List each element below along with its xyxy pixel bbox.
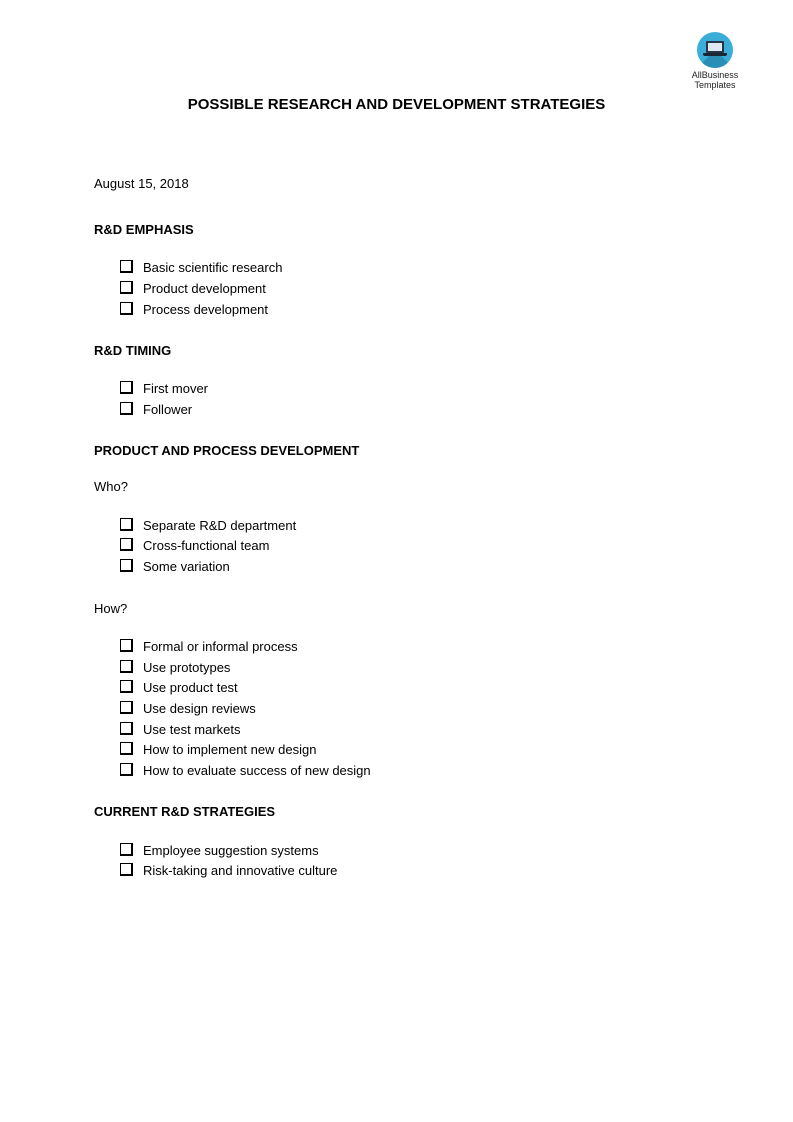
checklist-timing: First mover Follower	[94, 379, 714, 420]
checklist-item-label: How to implement new design	[143, 742, 317, 758]
checkbox-icon[interactable]	[120, 381, 133, 395]
checklist-item-label: Use test markets	[143, 721, 241, 737]
checklist-item-label: Basic scientific research	[143, 260, 283, 276]
checklist-item: How to implement new design	[120, 740, 714, 761]
section-heading-product-process: PRODUCT AND PROCESS DEVELOPMENT	[94, 443, 360, 459]
checklist-item: Some variation	[120, 557, 714, 578]
checklist-item-label: Some variation	[143, 559, 230, 575]
checklist-item: Cross-functional team	[120, 536, 714, 557]
checklist-item-label: Employee suggestion systems	[143, 842, 319, 858]
checklist-who: Separate R&D department Cross-functional …	[94, 515, 714, 577]
checklist-item-label: Follower	[143, 402, 193, 418]
checklist-emphasis: Basic scientific research Product develop…	[94, 258, 714, 320]
checkbox-icon[interactable]	[120, 842, 133, 856]
checklist-item-label: Separate R&D department	[143, 517, 297, 533]
checkbox-icon[interactable]	[120, 517, 133, 531]
checklist-item: Use design reviews	[120, 699, 714, 720]
checklist-item: How to evaluate success of new design	[120, 761, 714, 782]
checklist-item-label: Product development	[143, 281, 266, 297]
checklist-item: Use test markets	[120, 719, 714, 740]
checklist-item-label: How to evaluate success of new design	[143, 762, 371, 778]
checklist-item-label: Risk-taking and innovative culture	[143, 863, 338, 879]
checklist-item-label: Cross-functional team	[143, 538, 270, 554]
sub-heading-how: How?	[94, 600, 128, 616]
checklist-item: Separate R&D department	[120, 515, 714, 536]
checklist-item: Basic scientific research	[120, 258, 714, 279]
sub-heading-who: Who?	[94, 479, 128, 495]
checkbox-icon[interactable]	[120, 260, 133, 274]
checkbox-icon[interactable]	[120, 659, 133, 673]
checklist-current: Employee suggestion systems Risk-taking a…	[94, 840, 714, 881]
checkbox-icon[interactable]	[120, 301, 133, 315]
checklist-item: Product development	[120, 279, 714, 300]
checklist-item-label: Use product test	[143, 680, 238, 696]
checkbox-icon[interactable]	[120, 638, 133, 652]
document-body: August 15, 2018 R&D EMPHASIS Basic scien…	[94, 176, 714, 905]
checkbox-icon[interactable]	[120, 559, 133, 573]
checklist-item-label: Use design reviews	[143, 700, 256, 716]
section-heading-timing: R&D TIMING	[94, 343, 172, 359]
checklist-item-label: Process development	[143, 301, 269, 317]
checklist-item: First mover	[120, 379, 714, 400]
checklist-item: Process development	[120, 299, 714, 320]
checklist-item-label: Use prototypes	[143, 659, 231, 675]
logo-line-2: Templates	[694, 80, 736, 90]
checklist-item: Risk-taking and innovative culture	[120, 861, 714, 882]
checkbox-icon[interactable]	[120, 281, 133, 295]
section-heading-current: CURRENT R&D STRATEGIES	[94, 804, 276, 820]
checkbox-icon[interactable]	[120, 742, 133, 756]
checklist-item-label: Formal or informal process	[143, 638, 298, 654]
checklist-item: Formal or informal process	[120, 637, 714, 658]
allbusiness-templates-logo: AllBusiness Templates	[684, 32, 746, 90]
checkbox-icon[interactable]	[120, 700, 133, 714]
logo-text: AllBusiness Templates	[684, 70, 746, 90]
laptop-icon	[697, 32, 733, 68]
checkbox-icon[interactable]	[120, 863, 133, 877]
checklist-item: Use product test	[120, 678, 714, 699]
section-heading-emphasis: R&D EMPHASIS	[94, 222, 194, 237]
checklist-item: Follower	[120, 400, 714, 421]
checkbox-icon[interactable]	[120, 721, 133, 735]
checklist-item: Employee suggestion systems	[120, 840, 714, 861]
document-date: August 15, 2018	[94, 176, 189, 191]
document-title: POSSIBLE RESEARCH AND DEVELOPMENT STRATE…	[187, 96, 606, 113]
checklist-item-label: First mover	[143, 381, 208, 397]
logo-line-1: AllBusiness	[691, 70, 739, 80]
checkbox-icon[interactable]	[120, 538, 133, 552]
checklist-how: Formal or informal process Use prototypes…	[94, 637, 714, 782]
checkbox-icon[interactable]	[120, 680, 133, 694]
checkbox-icon[interactable]	[120, 402, 133, 416]
checkbox-icon[interactable]	[120, 762, 133, 776]
checklist-item: Use prototypes	[120, 657, 714, 678]
